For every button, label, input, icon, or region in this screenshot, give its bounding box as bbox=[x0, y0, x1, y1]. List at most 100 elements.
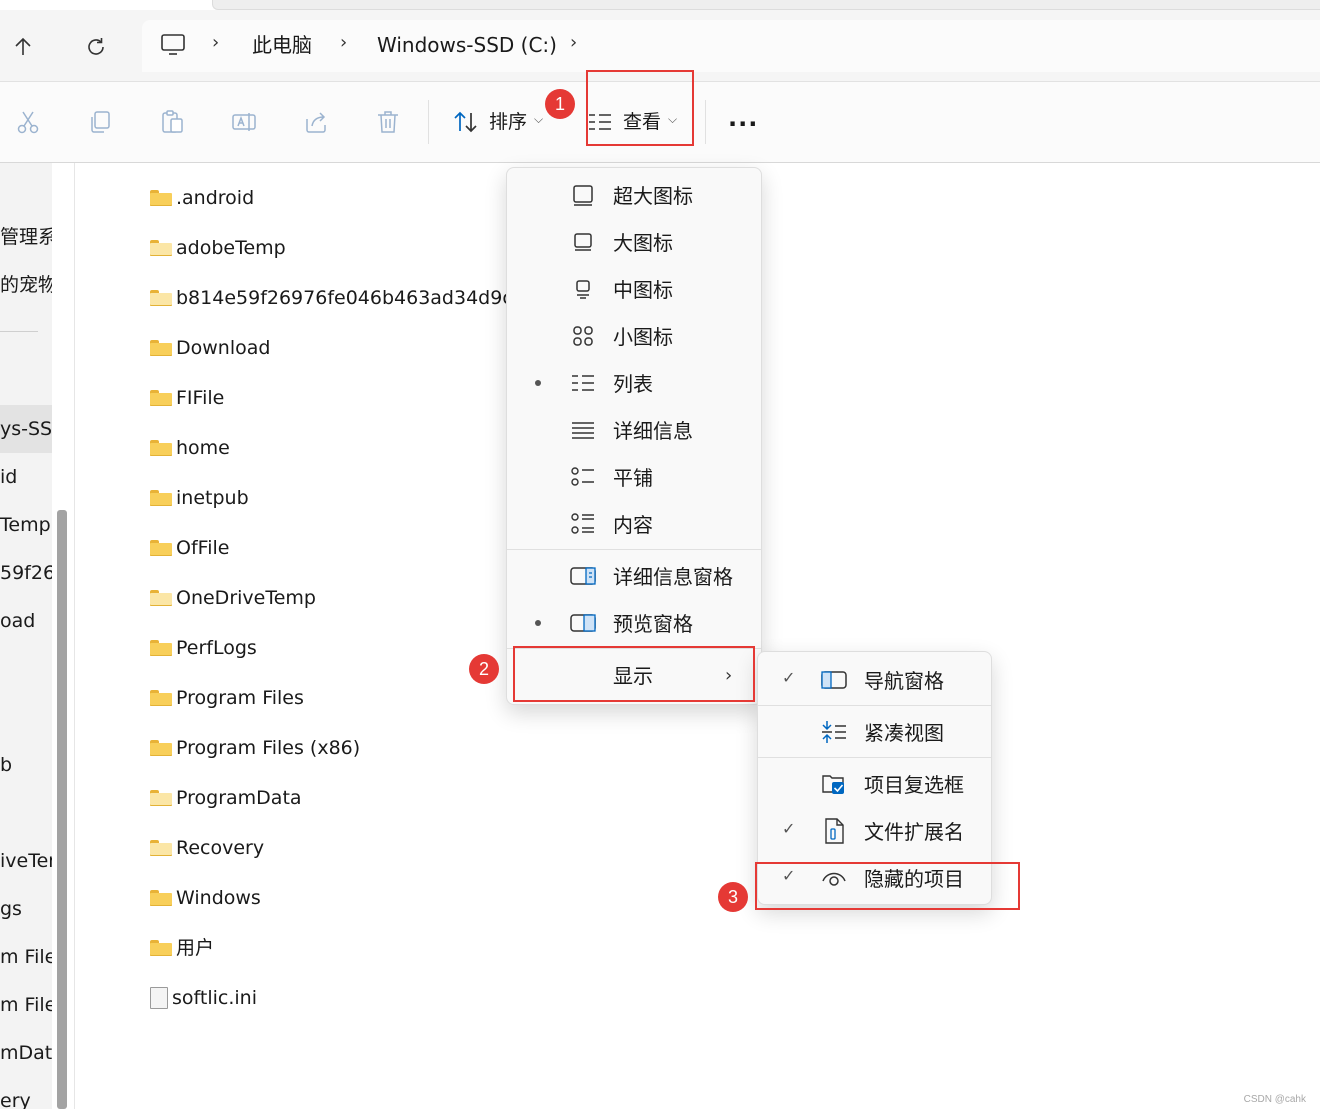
chevron-right-icon: › bbox=[212, 32, 220, 53]
list-item[interactable]: ProgramData bbox=[150, 785, 302, 811]
nav-item[interactable]: b bbox=[0, 753, 12, 777]
navigation-pane-icon bbox=[821, 668, 847, 692]
list-item[interactable]: Program Files bbox=[150, 685, 304, 711]
list-item[interactable]: OfFile bbox=[150, 535, 229, 561]
list-item[interactable]: Program Files (x86) bbox=[150, 735, 360, 761]
rename-icon bbox=[232, 113, 256, 131]
sort-label: 排序 bbox=[489, 111, 528, 133]
chevron-down-icon: ⌵ bbox=[534, 112, 544, 126]
menu-item-details[interactable]: 详细信息 bbox=[507, 410, 761, 450]
menu-item-content[interactable]: 内容 bbox=[507, 504, 761, 544]
submenu-item-compact-view[interactable]: 紧凑视图 bbox=[758, 712, 991, 752]
folder-icon bbox=[150, 590, 172, 606]
chevron-right-icon: › bbox=[340, 32, 348, 53]
nav-item[interactable]: gs bbox=[0, 897, 22, 921]
refresh-icon bbox=[88, 38, 104, 55]
list-item[interactable]: 用户 bbox=[150, 935, 214, 961]
nav-item[interactable]: Temp bbox=[0, 513, 51, 537]
nav-divider bbox=[0, 331, 38, 332]
share-button[interactable] bbox=[301, 107, 331, 137]
ini-file-icon bbox=[150, 987, 168, 1009]
list-item[interactable]: PerfLogs bbox=[150, 635, 257, 661]
more-options-button[interactable]: ... bbox=[728, 104, 758, 132]
nav-item[interactable]: id bbox=[0, 465, 17, 489]
cut-button[interactable] bbox=[13, 107, 43, 137]
nav-item[interactable]: mDat bbox=[0, 1041, 52, 1065]
folder-icon bbox=[150, 940, 172, 956]
folder-icon bbox=[150, 640, 172, 656]
list-icon bbox=[570, 371, 596, 395]
rename-button[interactable] bbox=[229, 107, 259, 137]
pane-divider bbox=[74, 163, 75, 1109]
menu-item-details-pane[interactable]: 详细信息窗格 bbox=[507, 556, 761, 596]
annotation-badge-3: 3 bbox=[718, 882, 748, 912]
menu-item-medium-icons[interactable]: 中图标 bbox=[507, 269, 761, 309]
copy-button[interactable] bbox=[85, 107, 115, 137]
annotation-box-view bbox=[586, 70, 694, 146]
menu-item-large-icons[interactable]: 大图标 bbox=[507, 222, 761, 262]
copy-icon bbox=[91, 111, 110, 133]
view-menu: 超大图标 大图标 中图标 小图标 列表 详细信息 平铺 内容 详细信息窗格 预览… bbox=[506, 167, 762, 705]
breadcrumb-drive-c[interactable]: Windows-SSD (C:) bbox=[377, 32, 557, 58]
nav-item[interactable]: ery bbox=[0, 1089, 31, 1109]
menu-item-small-icons[interactable]: 小图标 bbox=[507, 316, 761, 356]
medium-icons-icon bbox=[570, 277, 596, 301]
folder-icon bbox=[150, 390, 172, 406]
list-item[interactable]: home bbox=[150, 435, 230, 461]
arrow-up-icon bbox=[15, 37, 31, 55]
list-item[interactable]: Windows bbox=[150, 885, 261, 911]
nav-item[interactable]: 59f26 bbox=[0, 561, 52, 585]
sort-button[interactable]: 排序 ⌵ bbox=[450, 100, 554, 144]
this-pc-icon bbox=[161, 34, 185, 55]
nav-item[interactable]: m File bbox=[0, 945, 52, 969]
checkmark-icon: ✓ bbox=[782, 668, 796, 687]
menu-separator bbox=[758, 705, 991, 706]
breadcrumb-this-pc[interactable]: 此电脑 bbox=[252, 32, 312, 58]
nav-item[interactable]: m File bbox=[0, 993, 52, 1017]
file-extension-icon bbox=[821, 818, 847, 844]
list-item[interactable]: FIFile bbox=[150, 385, 224, 411]
menu-separator bbox=[507, 549, 761, 550]
trash-icon bbox=[378, 111, 398, 133]
delete-button[interactable] bbox=[373, 107, 403, 137]
submenu-item-navigation-pane[interactable]: ✓ 导航窗格 bbox=[758, 660, 991, 700]
nav-scrollbar[interactable] bbox=[57, 510, 67, 1109]
menu-item-tiles[interactable]: 平铺 bbox=[507, 457, 761, 497]
submenu-item-file-extensions[interactable]: ✓ 文件扩展名 bbox=[758, 811, 991, 851]
up-button[interactable] bbox=[8, 32, 38, 62]
menu-item-list[interactable]: 列表 bbox=[507, 363, 761, 403]
list-item[interactable]: b814e59f26976fe046b463ad34d9c1a bbox=[150, 285, 537, 311]
list-item[interactable]: adobeTemp bbox=[150, 235, 286, 261]
list-item[interactable]: .android bbox=[150, 185, 254, 211]
address-bar[interactable]: › 此电脑 › Windows-SSD (C:) › bbox=[142, 20, 1320, 72]
list-item[interactable]: softlic.ini bbox=[150, 985, 257, 1011]
nav-item[interactable]: oad bbox=[0, 609, 35, 633]
nav-item[interactable]: 管理系 bbox=[0, 225, 52, 249]
extra-large-icons-icon bbox=[570, 183, 596, 207]
navigation-pane: 管理系 的宠物 ys-SSD id Temp 59f26 oad b iveTe… bbox=[0, 163, 52, 1109]
folder-icon bbox=[150, 340, 172, 356]
large-icons-icon bbox=[570, 230, 596, 254]
list-item[interactable]: Recovery bbox=[150, 835, 264, 861]
paste-button[interactable] bbox=[157, 107, 187, 137]
list-item[interactable]: Download bbox=[150, 335, 270, 361]
list-item[interactable]: OneDriveTemp bbox=[150, 585, 316, 611]
toolbar-divider bbox=[705, 100, 706, 144]
chevron-right-icon[interactable]: › bbox=[570, 32, 577, 53]
annotation-box-show bbox=[513, 646, 755, 702]
folder-icon bbox=[150, 540, 172, 556]
menu-item-extra-large-icons[interactable]: 超大图标 bbox=[507, 175, 761, 215]
nav-item[interactable]: iveTer bbox=[0, 849, 52, 873]
share-icon bbox=[306, 112, 326, 133]
folder-icon bbox=[150, 440, 172, 456]
scissors-icon bbox=[17, 111, 39, 134]
nav-item-drive-c[interactable]: ys-SSD bbox=[0, 417, 52, 441]
toolbar-divider bbox=[428, 100, 429, 144]
folder-icon bbox=[150, 840, 172, 856]
list-item[interactable]: inetpub bbox=[150, 485, 249, 511]
refresh-button[interactable] bbox=[81, 32, 111, 62]
menu-item-preview-pane[interactable]: 预览窗格 bbox=[507, 603, 761, 643]
submenu-item-item-checkboxes[interactable]: 项目复选框 bbox=[758, 764, 991, 804]
item-checkbox-icon bbox=[821, 772, 847, 796]
nav-item[interactable]: 的宠物 bbox=[0, 273, 52, 297]
